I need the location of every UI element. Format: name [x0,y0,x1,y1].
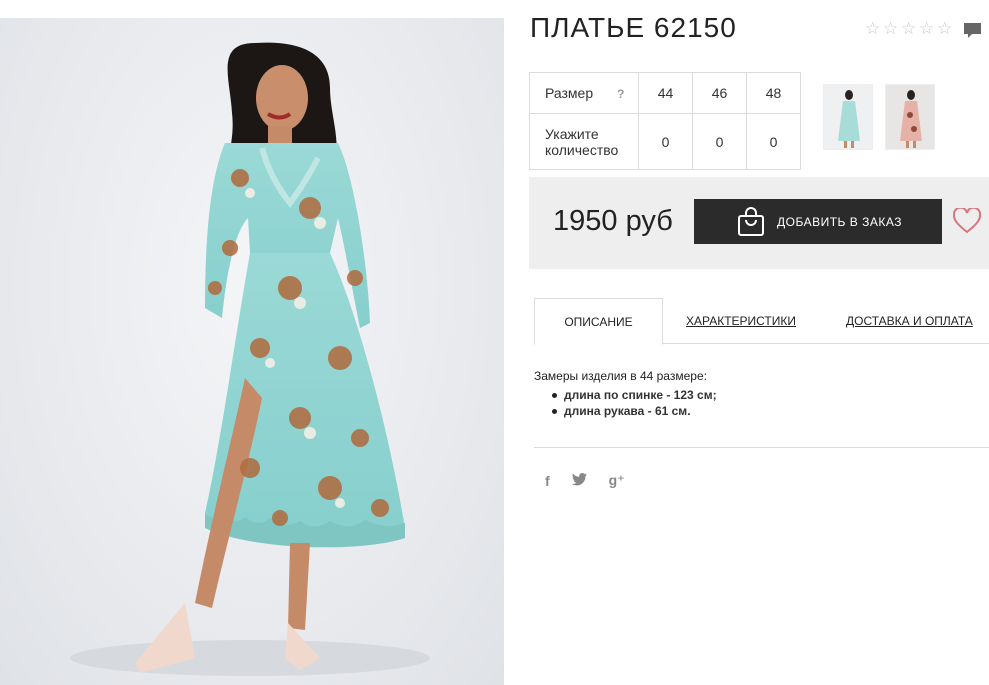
quantity-label-line2: количество [545,141,619,158]
product-title: ПЛАТЬЕ 62150 [530,12,737,43]
product-photo[interactable] [0,18,504,685]
list-item: длина рукава - 61 см. [552,403,717,419]
heart-icon[interactable] [953,208,981,234]
product-tabs: ОПИСАНИЕ ХАРАКТЕРИСТИКИ ДОСТАВКА И ОПЛАТ… [534,298,989,345]
help-icon[interactable]: ? [617,87,624,101]
twitter-icon[interactable] [571,472,587,489]
color-thumbnail-mint[interactable] [823,84,873,150]
rating-stars[interactable]: ☆ ☆ ☆ ☆ ☆ [865,20,954,37]
quantity-label: Укажите количество [529,113,639,170]
description-intro: Замеры изделия в 44 размере: [534,369,707,383]
quantity-input[interactable]: 0 [746,113,801,170]
comment-icon[interactable] [963,22,982,39]
star-icon[interactable]: ☆ [919,20,936,37]
size-option: 48 [746,72,801,114]
quantity-label-line1: Укажите [545,125,599,142]
divider [534,447,989,448]
size-option: 46 [692,72,747,114]
tab-delivery-payment[interactable]: ДОСТАВКА И ОПЛАТА [846,298,973,344]
size-label: Размер [545,85,594,101]
size-option: 44 [638,72,693,114]
shopping-bag-icon [738,206,764,236]
size-table: Размер? 44 46 48 Укажите количество 0 0 … [529,72,801,170]
star-icon[interactable]: ☆ [865,20,882,37]
buy-panel: 1950 руб ДОБАВИТЬ В ЗАКАЗ [529,177,989,269]
description: Замеры изделия в 44 размере: длина по сп… [534,368,717,419]
google-plus-icon[interactable]: g⁺ [609,472,625,489]
social-share: f g⁺ [545,472,625,489]
add-to-order-label: ДОБАВИТЬ В ЗАКАЗ [777,214,902,229]
measurements-list: длина по спинке - 123 см; длина рукава -… [552,387,717,419]
tab-characteristics[interactable]: ХАРАКТЕРИСТИКИ [686,298,796,344]
size-label-cell: Размер? [529,72,639,114]
facebook-icon[interactable]: f [545,473,550,489]
star-icon[interactable]: ☆ [901,20,918,37]
list-item: длина по спинке - 123 см; [552,388,717,402]
tab-description[interactable]: ОПИСАНИЕ [534,298,663,345]
quantity-input[interactable]: 0 [638,113,693,170]
star-icon[interactable]: ☆ [883,20,900,37]
price: 1950 руб [553,205,673,237]
color-thumbnail-pink[interactable] [885,84,935,150]
quantity-input[interactable]: 0 [692,113,747,170]
add-to-order-button[interactable]: ДОБАВИТЬ В ЗАКАЗ [694,199,942,244]
star-icon[interactable]: ☆ [937,20,954,37]
